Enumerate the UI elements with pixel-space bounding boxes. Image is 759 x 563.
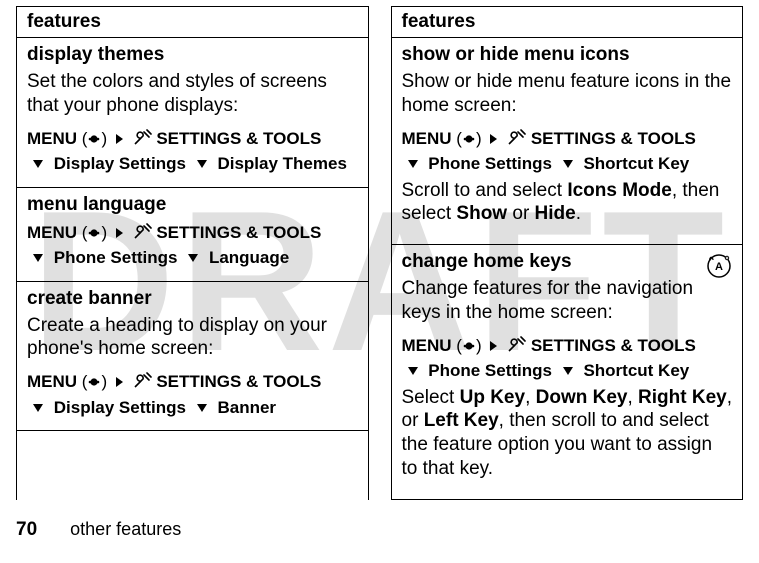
section-create-banner: create banner Create a heading to displa… [17,282,368,432]
text: . [576,203,581,224]
section-display-themes: display themes Set the colors and styles… [17,38,368,188]
path-item: Phone Settings [54,248,178,267]
text: or [507,203,534,224]
arrow-down-icon [33,254,43,262]
tools-icon [506,129,526,147]
text: Scroll to and select [402,180,568,201]
path-item: Phone Settings [428,154,552,173]
center-key-icon [87,226,101,240]
arrow-down-icon [33,404,43,412]
right-column: features show or hide menu icons Show or… [391,6,744,500]
arrow-right-icon [116,377,123,387]
section-after: Scroll to and select Icons Mode, then se… [402,179,733,227]
arrow-right-icon [490,341,497,351]
bold-text: Hide [535,203,576,224]
svg-text:A: A [715,261,723,273]
path-item: Language [209,248,289,267]
tools-icon [506,336,526,354]
arrow-right-icon [116,228,123,238]
arrow-down-icon [563,367,573,375]
tools-icon [132,223,152,241]
path-tool: SETTINGS & TOOLS [531,129,696,148]
center-key-icon [87,375,101,389]
section-body: Set the colors and styles of screens tha… [27,70,358,118]
arrow-down-icon [563,160,573,168]
menu-label: MENU [402,336,452,355]
path-item: Display Settings [54,398,186,417]
path-item: Display Settings [54,154,186,173]
path-item: Phone Settings [428,361,552,380]
path-item: Shortcut Key [583,154,689,173]
menu-path: MENU () SETTINGS & TOOLS Display Setting… [27,369,358,420]
section-after: Select Up Key, Down Key, Right Key, or L… [402,386,733,481]
center-key-icon [462,339,476,353]
section-body: Show or hide menu feature icons in the h… [402,70,733,118]
right-header: features [392,7,743,38]
section-body: Change features for the navigation keys … [402,277,733,325]
arrow-down-icon [197,404,207,412]
footer-label: other features [70,519,181,539]
bold-text: Show [456,203,507,224]
tools-icon [132,129,152,147]
text: , [525,387,536,408]
feature-badge-icon: A [706,253,732,279]
menu-label: MENU [27,372,77,391]
section-menu-language: menu language MENU () SETTINGS & TOOLS P… [17,188,368,282]
section-title: show or hide menu icons [402,44,733,66]
path-item: Shortcut Key [583,361,689,380]
arrow-down-icon [33,160,43,168]
section-show-hide-icons: show or hide menu icons Show or hide men… [392,38,743,245]
section-title: menu language [27,194,358,216]
menu-path: MENU () SETTINGS & TOOLS Display Setting… [27,126,358,177]
arrow-down-icon [197,160,207,168]
menu-label: MENU [402,129,452,148]
menu-path: MENU () SETTINGS & TOOLS Phone Settings … [402,333,733,384]
path-tool: SETTINGS & TOOLS [156,129,321,148]
text: , [627,387,638,408]
arrow-right-icon [490,134,497,144]
arrow-right-icon [116,134,123,144]
path-item: Display Themes [217,154,346,173]
section-title: change home keys [402,251,733,273]
page-number: 70 [16,519,37,540]
arrow-down-icon [188,254,198,262]
text: Select [402,387,460,408]
bold-text: Up Key [460,387,525,408]
section-title: create banner [27,288,358,310]
content-columns: features display themes Set the colors a… [0,0,759,500]
path-tool: SETTINGS & TOOLS [156,372,321,391]
center-key-icon [462,132,476,146]
section-change-home-keys: A change home keys Change features for t… [392,245,743,500]
arrow-down-icon [408,367,418,375]
menu-path: MENU () SETTINGS & TOOLS Phone Settings … [402,126,733,177]
path-item: Banner [217,398,276,417]
menu-path: MENU () SETTINGS & TOOLS Phone Settings … [27,220,358,271]
section-body: Create a heading to display on your phon… [27,314,358,362]
bold-text: Down Key [536,387,628,408]
path-tool: SETTINGS & TOOLS [156,223,321,242]
menu-label: MENU [27,129,77,148]
left-header: features [17,7,368,38]
page-footer: 70 other features [16,519,181,541]
path-tool: SETTINGS & TOOLS [531,336,696,355]
menu-label: MENU [27,223,77,242]
bold-text: Icons Mode [567,180,672,201]
left-column: features display themes Set the colors a… [16,6,369,500]
tools-icon [132,372,152,390]
center-key-icon [87,132,101,146]
bold-text: Right Key [638,387,727,408]
arrow-down-icon [408,160,418,168]
section-title: display themes [27,44,358,66]
bold-text: Left Key [424,410,499,431]
